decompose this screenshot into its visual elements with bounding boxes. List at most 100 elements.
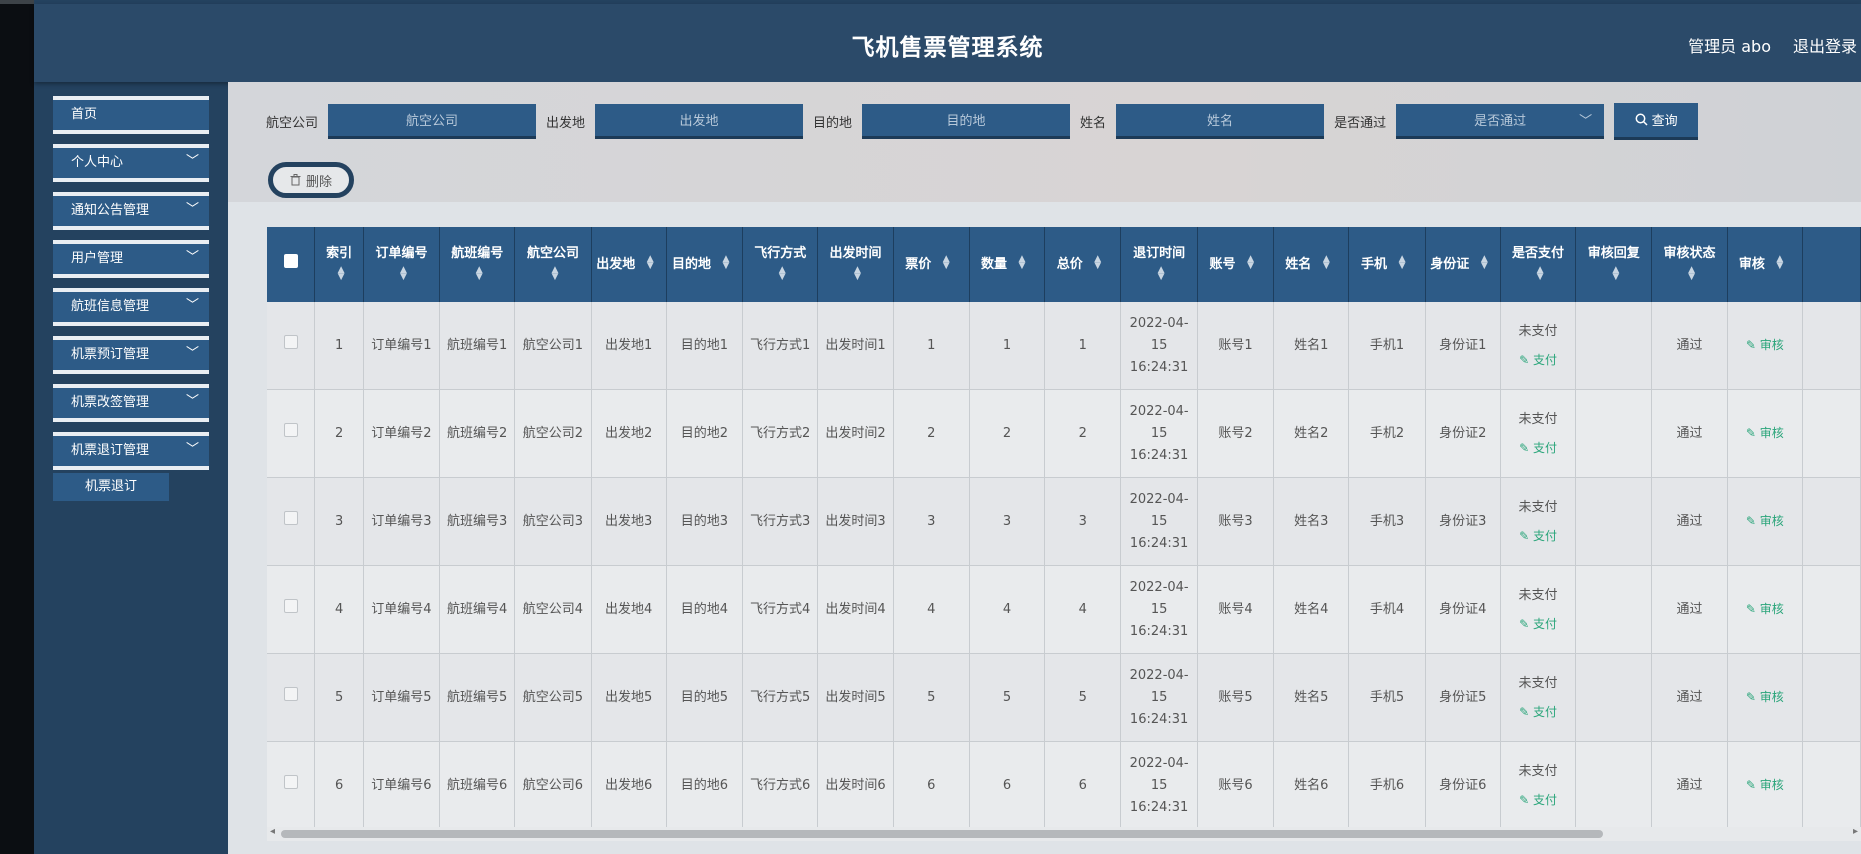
sort-icon[interactable]: ▲▼ (1605, 265, 1627, 279)
cell-value: 未支付 (1518, 587, 1558, 603)
select-all-header[interactable] (267, 227, 316, 302)
sort-icon[interactable]: ▲▼ (468, 265, 490, 279)
column-header[interactable]: 索引 ▲▼ (314, 227, 364, 302)
sort-icon[interactable]: ▲▼ (846, 265, 868, 279)
passed-select[interactable]: 是否通过 ﹀ (1396, 103, 1605, 139)
audit-link[interactable]: ✎ 审核 (1746, 338, 1784, 352)
row-select-cell[interactable] (267, 565, 316, 654)
row-select-cell[interactable] (267, 302, 316, 390)
row-checkbox[interactable] (283, 598, 298, 613)
pay-link[interactable]: ✎ 支付 (1505, 437, 1571, 459)
delete-button[interactable]: 删除 (268, 162, 354, 198)
select-all-checkbox[interactable] (283, 253, 298, 268)
pay-link[interactable]: ✎ 支付 (1505, 789, 1571, 811)
column-header[interactable]: 总价 ▲▼ (1044, 227, 1122, 302)
sort-icon[interactable]: ▲▼ (1529, 265, 1551, 279)
sidebar-item-notices[interactable]: 通知公告管理 ﹀ (53, 192, 209, 230)
column-header[interactable]: 姓名 ▲▼ (1273, 227, 1350, 302)
logout-link[interactable]: 退出登录 (1793, 33, 1857, 57)
audit-link-label: 审核 (1759, 426, 1784, 440)
sort-icon[interactable]: ▲▼ (1011, 254, 1033, 268)
column-header[interactable]: 航班编号 ▲▼ (439, 227, 516, 302)
column-header[interactable]: 退订时间 ▲▼ (1120, 227, 1198, 302)
column-header[interactable]: 身份证 ▲▼ (1425, 227, 1501, 302)
sidebar-item-profile[interactable]: 个人中心 ﹀ (53, 144, 209, 182)
row-select-cell[interactable] (267, 477, 316, 566)
sort-icon[interactable]: ▲▼ (330, 265, 352, 279)
table-row[interactable]: 3 订单编号3 航班编号3 航空公司3 出发地3 目的地3 飞行方式3 出发时间3 3 3 3 202… (267, 477, 1861, 566)
column-header[interactable]: 审核状态 ▲▼ (1651, 227, 1728, 302)
row-checkbox[interactable] (283, 510, 298, 525)
column-header[interactable]: 出发地 ▲▼ (591, 227, 667, 302)
airline-input[interactable]: 航空公司 (328, 103, 537, 139)
column-header[interactable]: 航空公司 ▲▼ (514, 227, 592, 302)
row-select-cell[interactable] (267, 741, 316, 827)
name-input[interactable]: 姓名 (1116, 103, 1325, 139)
sidebar-item-flights[interactable]: 航班信息管理 ﹀ (53, 288, 209, 326)
sort-icon[interactable]: ▲▼ (1473, 254, 1495, 268)
row-checkbox[interactable] (283, 686, 298, 701)
column-header[interactable]: 审核回复 ▲▼ (1575, 227, 1653, 302)
sort-icon[interactable]: ▲▼ (1769, 254, 1791, 268)
sort-icon[interactable]: ▲▼ (392, 265, 414, 279)
row-select-cell[interactable] (267, 389, 316, 478)
audit-link[interactable]: ✎ 审核 (1746, 778, 1784, 792)
to-input[interactable]: 目的地 (862, 103, 1071, 139)
pay-link[interactable]: ✎ 支付 (1505, 349, 1571, 371)
column-header[interactable]: 目的地 ▲▼ (666, 227, 744, 302)
row-checkbox[interactable] (283, 774, 298, 789)
audit-link[interactable]: ✎ 审核 (1746, 690, 1784, 704)
scroll-right-icon[interactable]: ▸ (1853, 826, 1858, 837)
sort-icon[interactable]: ▲▼ (771, 265, 793, 279)
column-header[interactable]: 飞行方式 ▲▼ (742, 227, 819, 302)
sort-icon[interactable]: ▲▼ (1681, 265, 1703, 279)
sort-icon[interactable]: ▲▼ (1087, 254, 1109, 268)
table-row[interactable]: 5 订单编号5 航班编号5 航空公司5 出发地5 目的地5 飞行方式5 出发时间5 5 5 5 202… (267, 653, 1861, 742)
row-checkbox[interactable] (283, 422, 298, 437)
sort-icon[interactable]: ▲▼ (1150, 265, 1172, 279)
sidebar-item-home[interactable]: 首页 (53, 96, 209, 134)
cell-value: 1 (334, 337, 344, 353)
sidebar-item-refunds[interactable]: 机票退订管理 ﹀ (53, 432, 209, 470)
audit-link[interactable]: ✎ 审核 (1746, 514, 1784, 528)
sort-icon[interactable]: ▲▼ (715, 254, 737, 268)
sort-icon[interactable]: ▲▼ (639, 254, 661, 268)
data-table-container: 索引▲▼ 订单编号▲▼ 航班编号▲▼ 航空公司▲▼ 出发地 ▲▼ 目的地 ▲▼ 飞行方式▲▼ 出发… (267, 227, 1861, 827)
audit-link[interactable]: ✎ 审核 (1746, 426, 1784, 440)
sort-icon[interactable]: ▲▼ (1315, 254, 1337, 268)
search-button[interactable]: 查询 (1614, 102, 1699, 140)
sidebar-item-users[interactable]: 用户管理 ﹀ (53, 240, 209, 278)
sort-icon[interactable]: ▲▼ (544, 265, 566, 279)
scroll-left-icon[interactable]: ◂ (270, 826, 275, 837)
table-row[interactable]: 1 订单编号1 航班编号1 航空公司1 出发地1 目的地1 飞行方式1 出发时间1 1 1 1 202… (267, 302, 1861, 390)
name-placeholder: 姓名 (1207, 114, 1234, 129)
table-row[interactable]: 2 订单编号2 航班编号2 航空公司2 出发地2 目的地2 飞行方式2 出发时间2 2 2 2 202… (267, 389, 1861, 478)
column-header[interactable]: 账号 ▲▼ (1197, 227, 1275, 302)
column-header[interactable]: 订单编号 ▲▼ (363, 227, 441, 302)
pay-link[interactable]: ✎ 支付 (1505, 701, 1571, 723)
table-row[interactable]: 6 订单编号6 航班编号6 航空公司6 出发地6 目的地6 飞行方式6 出发时间6 6 6 6 202… (267, 741, 1861, 827)
sidebar-item-bookings[interactable]: 机票预订管理 ﹀ (53, 336, 209, 374)
sidebar-item-changes[interactable]: 机票改签管理 ﹀ (53, 384, 209, 422)
column-header[interactable]: 是否支付 ▲▼ (1500, 227, 1577, 302)
table-cell: 2022-04-15 16:24:31 (1120, 741, 1198, 827)
horizontal-scrollbar[interactable]: ◂ ▸ (267, 826, 1861, 841)
row-checkbox[interactable] (283, 334, 298, 349)
sidebar-subitem-refund[interactable]: 机票退订 (53, 473, 169, 501)
column-header[interactable]: 数量 ▲▼ (969, 227, 1046, 302)
table-row[interactable]: 4 订单编号4 航班编号4 航空公司4 出发地4 目的地4 飞行方式4 出发时间4 4 4 4 202… (267, 565, 1861, 654)
column-header[interactable]: 手机 ▲▼ (1348, 227, 1426, 302)
column-header[interactable]: 票价 ▲▼ (893, 227, 970, 302)
column-header[interactable]: 审核 ▲▼ (1727, 227, 1803, 302)
sort-icon[interactable]: ▲▼ (1240, 254, 1262, 268)
audit-link[interactable]: ✎ 审核 (1746, 602, 1784, 616)
scrollbar-thumb[interactable] (281, 830, 1603, 838)
table-cell: 账号6 (1197, 741, 1275, 827)
column-header[interactable]: 出发时间 ▲▼ (817, 227, 894, 302)
from-input[interactable]: 出发地 (595, 103, 804, 139)
sort-icon[interactable]: ▲▼ (1391, 254, 1413, 268)
pay-link[interactable]: ✎ 支付 (1505, 525, 1571, 547)
row-select-cell[interactable] (267, 653, 316, 742)
pay-link[interactable]: ✎ 支付 (1505, 613, 1571, 635)
sort-icon[interactable]: ▲▼ (935, 254, 957, 268)
